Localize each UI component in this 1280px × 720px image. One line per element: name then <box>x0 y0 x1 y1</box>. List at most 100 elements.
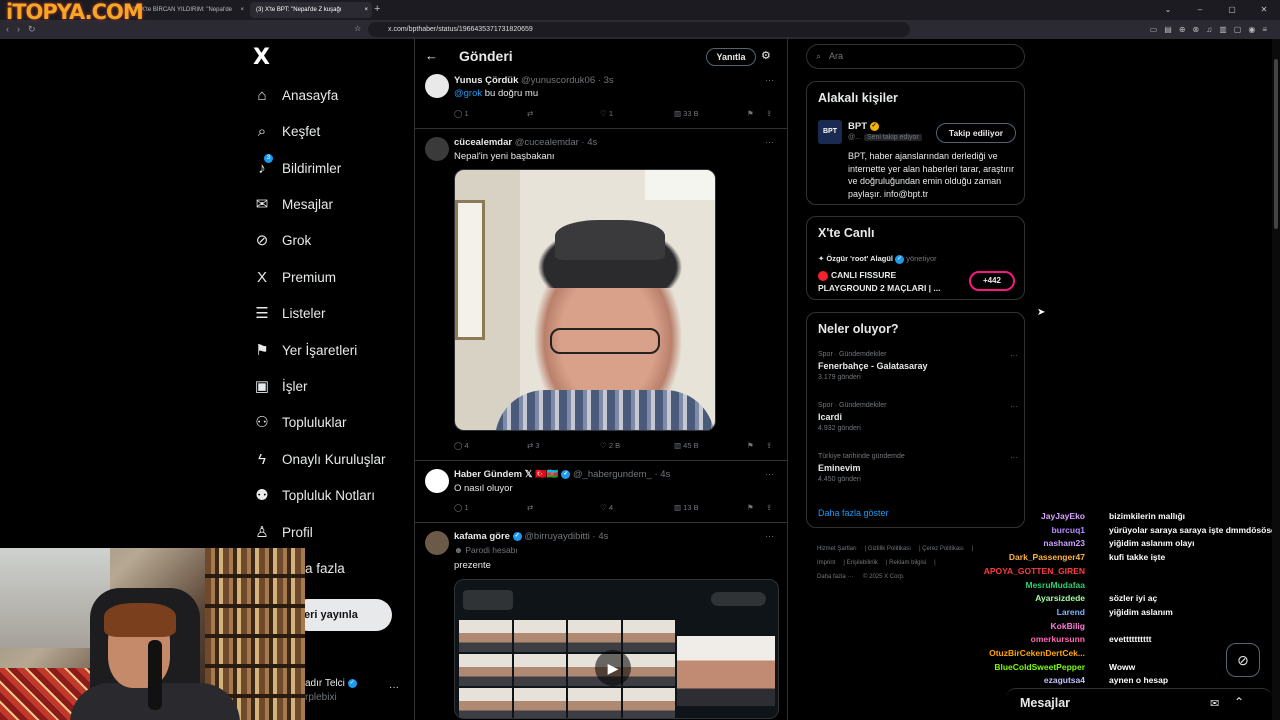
footer-link[interactable]: Hizmet Şartları <box>817 546 857 552</box>
trend-item[interactable]: Türkiye tarihinde gündemde Eminevim 4.45… <box>818 453 1018 483</box>
post-button[interactable]: eri yayınla <box>292 599 392 631</box>
close-tab-icon[interactable]: × <box>364 2 368 18</box>
bpt-name[interactable]: BPT ✓ <box>848 121 879 132</box>
bpt-handle[interactable]: @... <box>848 134 861 141</box>
more-dots-icon[interactable]: ··· <box>389 682 399 693</box>
bookmark-icon[interactable]: ⚑ <box>747 503 754 512</box>
live-stream-title-text[interactable]: CANLI FISSURE PLAYGROUND 2 MAÇLARI | ... <box>818 270 941 293</box>
new-tab-icon[interactable]: + <box>374 3 380 15</box>
sidebar-item-listeler[interactable]: ☰ Listeler <box>252 301 325 325</box>
trend-item[interactable]: Spor · Gündemdekiler Icardi 4.932 gönder… <box>818 402 1018 432</box>
tweet-video[interactable]: ▶ <box>454 579 779 719</box>
author-handle[interactable]: @yunuscorduk06 · 3s <box>521 75 614 86</box>
back-arrow-icon[interactable]: ← <box>425 48 438 63</box>
author-handle[interactable]: @birruyaydibitti · 4s <box>524 531 608 542</box>
footer-link[interactable]: Çerez Politikası <box>922 546 964 552</box>
share-icon[interactable]: ⇪ <box>766 503 772 512</box>
tweet[interactable]: cücealemdar @cucealemdar · 4s ··· Nepal'… <box>415 129 787 461</box>
sidebar-item-a-fazla[interactable]: a fazla <box>305 556 345 580</box>
more-dots-icon[interactable]: ··· <box>1010 402 1018 411</box>
author-name[interactable]: Haber Gündem 𝕏 🇹🇷🇦🇿 <box>454 469 559 480</box>
mention-link[interactable]: @grok <box>454 88 482 99</box>
sidebar-item-yer-i-şaretleri[interactable]: ⚑ Yer İşaretleri <box>252 338 357 362</box>
video-controls[interactable] <box>463 590 513 610</box>
author-name[interactable]: kafama göre <box>454 531 510 542</box>
browser-tab-active[interactable]: (3) X'te BPT: "Nepal'de Z kuşağı × <box>250 2 372 18</box>
reply-button[interactable]: Yanıtla <box>706 48 756 66</box>
maximize-icon[interactable]: ▢ <box>1216 0 1248 20</box>
author-name[interactable]: cücealemdar <box>454 137 512 148</box>
messages-drawer[interactable]: Mesajlar ✉ ⌃ <box>1006 688 1272 720</box>
bpt-avatar[interactable]: BPT <box>818 120 842 144</box>
trend-item[interactable]: Spor · Gündemdekiler Fenerbahçe - Galata… <box>818 351 1018 381</box>
tweet[interactable]: Yunus Çördük @yunuscorduk06 · 3s ··· @gr… <box>415 74 787 129</box>
sidebar-item-keşfet[interactable]: ⌕ Keşfet <box>252 119 320 143</box>
sidebar-item-profil[interactable]: ♙ Profil <box>252 520 313 544</box>
live-stream-title[interactable]: CANLI FISSURE PLAYGROUND 2 MAÇLARI | ... <box>818 269 958 294</box>
footer-more-link[interactable]: Daha fazla ··· <box>817 574 853 580</box>
tweet-author[interactable]: kafama göre ✓ @birruyaydibitti · 4s <box>454 531 608 542</box>
page-scrollbar[interactable] <box>1272 39 1280 720</box>
reply-icon[interactable]: ◯ 1 <box>454 109 469 118</box>
bpt-name-text[interactable]: BPT <box>848 121 867 132</box>
footer-link[interactable]: Gizlilik Politikası <box>868 546 911 552</box>
avatar[interactable] <box>425 137 449 161</box>
retweet-icon[interactable]: ⇄ <box>527 503 533 512</box>
sidebar-item-grok[interactable]: ⊘ Grok <box>252 228 312 252</box>
scrollbar-thumb[interactable] <box>1274 59 1278 229</box>
views-icon[interactable]: ▥ 33 B <box>674 109 699 118</box>
retweet-icon[interactable]: ⇄ <box>527 109 533 118</box>
play-icon[interactable]: ▶ <box>595 650 631 686</box>
live-card[interactable]: X'te Canlı ✦ Özgür 'root' Alagül ✓ yönet… <box>806 216 1025 300</box>
bookmark-icon[interactable]: ⚑ <box>747 441 754 450</box>
retweet-icon[interactable]: ⇄ 3 <box>527 441 540 450</box>
more-dots-icon[interactable]: ··· <box>765 137 774 147</box>
author-handle[interactable]: @_habergundem_ · 4s <box>573 469 670 480</box>
sidebar-item-onaylı-kuruluşlar[interactable]: ϟ Onaylı Kuruluşlar <box>252 447 386 471</box>
more-dots-icon[interactable]: ··· <box>1010 351 1018 360</box>
sidebar-item-bildirimler[interactable]: ♪ 3 Bildirimler <box>252 154 341 180</box>
new-message-icon[interactable]: ✉ <box>1210 697 1219 710</box>
tweet-author[interactable]: Yunus Çördük @yunuscorduk06 · 3s <box>454 75 614 86</box>
more-dots-icon[interactable]: ··· <box>1010 453 1018 462</box>
tweet[interactable]: Haber Gündem 𝕏 🇹🇷🇦🇿 ✓ @_habergundem_ · 4… <box>415 461 787 523</box>
more-dots-icon[interactable]: ··· <box>765 469 774 479</box>
sidebar-item-mesajlar[interactable]: ✉ Mesajlar <box>252 192 333 216</box>
like-icon[interactable]: ♡ 2 B <box>600 441 620 450</box>
chevron-down-icon[interactable]: ⌄ <box>1152 0 1184 20</box>
sidebar-item-topluluklar[interactable]: ⚇ Topluluklar <box>252 410 346 434</box>
settings-sliders-icon[interactable]: ⚙ <box>761 49 771 62</box>
sidebar-item-anasayfa[interactable]: ⌂ Anasayfa <box>252 83 338 107</box>
views-icon[interactable]: ▥ 45 B <box>674 441 699 450</box>
author-name[interactable]: Yunus Çördük <box>454 75 518 86</box>
like-icon[interactable]: ♡ 4 <box>600 503 613 512</box>
footer-link[interactable]: Reklam bilgisi <box>889 560 926 566</box>
tweet[interactable]: kafama göre ✓ @birruyaydibitti · 4s ··· … <box>415 523 787 720</box>
share-icon[interactable]: ⇪ <box>766 109 772 118</box>
sidebar-item-topluluk-notları[interactable]: ⚉ Topluluk Notları <box>252 483 375 507</box>
close-window-icon[interactable]: ✕ <box>1248 0 1280 20</box>
following-button[interactable]: Takip ediliyor <box>936 123 1016 143</box>
tweet-photo[interactable] <box>454 169 716 431</box>
like-icon[interactable]: ♡ 1 <box>600 109 613 118</box>
grok-fab-icon[interactable]: ⊘ <box>1226 643 1260 677</box>
views-icon[interactable]: ▥ 13 B <box>674 503 699 512</box>
more-dots-icon[interactable]: ··· <box>765 531 774 541</box>
footer-link[interactable]: Erişilebilirlik <box>847 560 878 566</box>
url-field[interactable]: x.com/bpthaber/status/196643537173182065… <box>368 22 910 37</box>
close-tab-icon[interactable]: × <box>240 2 244 18</box>
avatar[interactable] <box>425 74 449 98</box>
expand-chevron-icon[interactable]: ⌃ <box>1234 695 1244 709</box>
footer-link[interactable]: Imprint <box>817 560 835 566</box>
extensions-icons[interactable]: ▭▤⊕⊗♫▥▢◉≡ <box>1150 20 1274 39</box>
avatar[interactable] <box>425 531 449 555</box>
sidebar-item-premium[interactable]: X Premium <box>252 265 336 289</box>
tweet-author[interactable]: Haber Gündem 𝕏 🇹🇷🇦🇿 ✓ @_habergundem_ · 4… <box>454 469 670 480</box>
sidebar-item-i-şler[interactable]: ▣ İşler <box>252 374 308 398</box>
avatar[interactable] <box>425 469 449 493</box>
search-input[interactable]: ⌕ Ara <box>806 44 1025 69</box>
show-more-link[interactable]: Daha fazla göster <box>818 508 889 518</box>
bookmark-icon[interactable]: ⚑ <box>747 109 754 118</box>
author-handle[interactable]: @cucealemdar · 4s <box>515 137 598 148</box>
share-icon[interactable]: ⇪ <box>766 441 772 450</box>
